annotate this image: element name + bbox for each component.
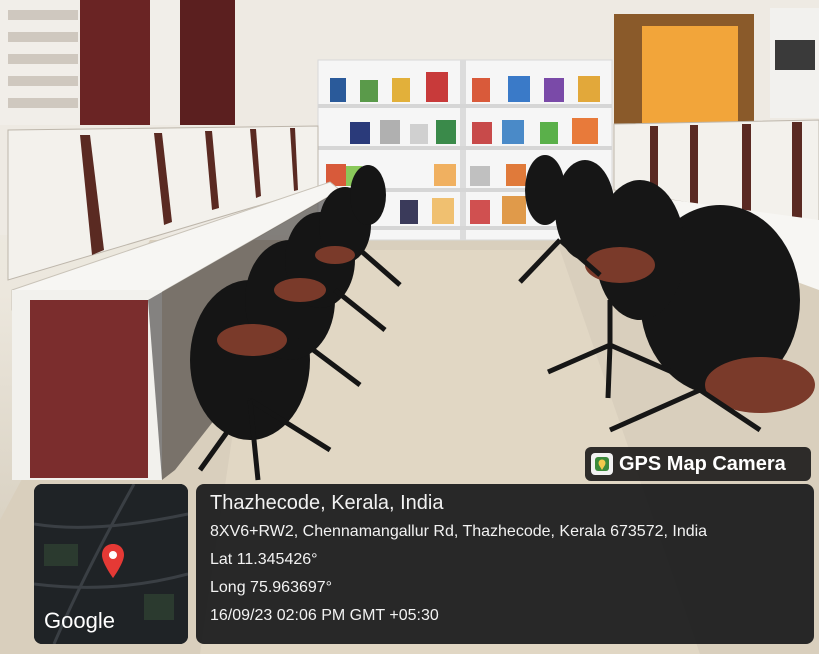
gps-map-camera-badge: GPS Map Camera <box>585 447 811 481</box>
badge-label: GPS Map Camera <box>619 452 786 475</box>
location-timestamp: 16/09/23 02:06 PM GMT +05:30 <box>210 607 439 624</box>
gps-map-camera-icon <box>591 453 613 475</box>
map-thumbnail: Google <box>34 484 188 644</box>
google-logo: Google <box>44 608 115 633</box>
location-latitude: Lat 11.345426° <box>210 551 318 568</box>
location-longitude: Long 75.963697° <box>210 579 333 596</box>
location-info-panel: Thazhecode, Kerala, India 8XV6+RW2, Chen… <box>196 484 814 644</box>
location-address: 8XV6+RW2, Chennamangallur Rd, Thazhecode… <box>210 523 708 540</box>
geotagged-photo: GPS Map Camera Google Thazhecode, Kerala… <box>0 0 819 654</box>
location-title: Thazhecode, Kerala, India <box>210 492 444 514</box>
location-pin-icon <box>102 544 124 578</box>
